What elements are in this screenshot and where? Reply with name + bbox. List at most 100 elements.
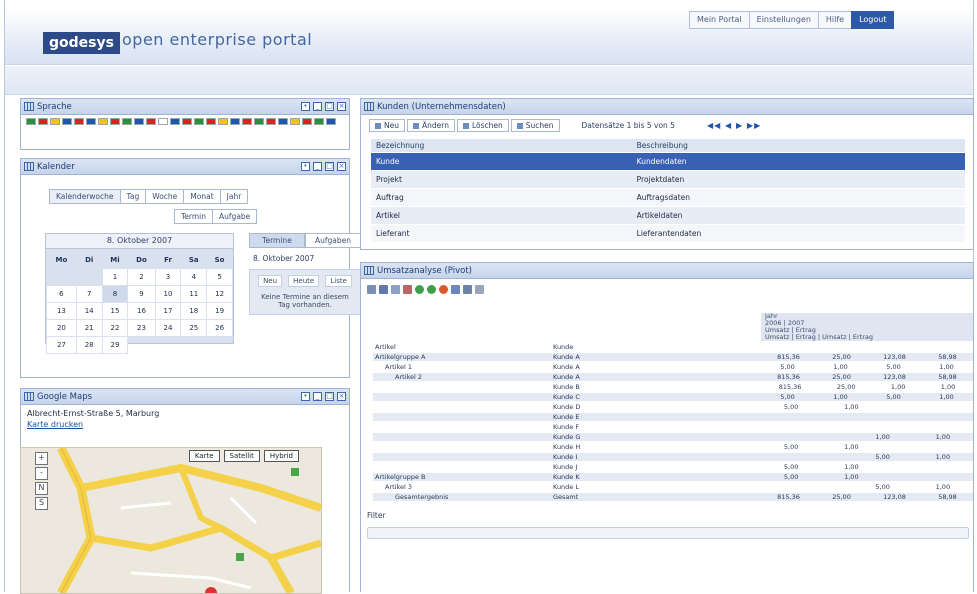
calendar-day[interactable]: 24 bbox=[154, 319, 182, 337]
table-row[interactable]: Kunde Kundendaten bbox=[371, 152, 965, 171]
pager-controls[interactable]: ◀◀ ◀ ▶ ▶▶ bbox=[707, 121, 761, 130]
tab-day[interactable]: Tag bbox=[119, 189, 147, 204]
calendar-day[interactable]: 15 bbox=[101, 302, 129, 320]
pivot-customer-label[interactable]: Kunde B bbox=[553, 383, 580, 391]
calendar-day[interactable]: 12 bbox=[206, 285, 233, 303]
pivot-article-label[interactable]: Artikel 1 bbox=[385, 363, 412, 371]
sort-icon[interactable] bbox=[391, 285, 400, 294]
calendar-day[interactable]: 7 bbox=[75, 285, 103, 303]
pivot-customer-label[interactable]: Kunde D bbox=[553, 403, 580, 411]
language-flag-icon[interactable] bbox=[122, 118, 132, 125]
tab-week[interactable]: Woche bbox=[145, 189, 185, 204]
calendar-day[interactable]: 20 bbox=[46, 319, 77, 337]
print-icon[interactable] bbox=[475, 285, 484, 294]
language-flag-icon[interactable] bbox=[50, 118, 60, 125]
close-icon[interactable]: × bbox=[337, 162, 346, 171]
language-flag-icon[interactable] bbox=[182, 118, 192, 125]
table-row[interactable]: Projekt Projektdaten bbox=[371, 170, 965, 189]
column-header[interactable]: Bezeichnung bbox=[371, 139, 632, 153]
language-flag-icon[interactable] bbox=[170, 118, 180, 125]
today-button[interactable]: Heute bbox=[288, 275, 320, 287]
filter-icon[interactable] bbox=[451, 285, 460, 294]
minimize-icon[interactable]: _ bbox=[313, 392, 322, 401]
pivot-customer-label[interactable]: Kunde L bbox=[553, 483, 579, 491]
table-icon[interactable] bbox=[379, 285, 388, 294]
settings-icon[interactable]: • bbox=[301, 392, 310, 401]
pivot-article-label[interactable]: Artikel 3 bbox=[385, 483, 412, 491]
table-row[interactable]: Lieferant Lieferantendaten bbox=[371, 224, 965, 243]
calendar-day[interactable]: 27 bbox=[46, 336, 77, 354]
pivot-article-label[interactable]: Gesamtergebnis bbox=[395, 493, 448, 501]
map-type-hybrid[interactable]: Hybrid bbox=[263, 450, 299, 462]
tab-calendar-week[interactable]: Kalenderwoche bbox=[49, 189, 121, 204]
brand-logo[interactable]: godesys bbox=[43, 32, 120, 54]
pivot-customer-label[interactable]: Kunde A bbox=[553, 353, 580, 361]
street-map[interactable]: + - N S Karte Satellit Hybrid bbox=[20, 447, 322, 594]
calendar-day[interactable]: 13 bbox=[46, 302, 77, 320]
maximize-icon[interactable]: □ bbox=[325, 392, 334, 401]
language-flag-icon[interactable] bbox=[242, 118, 252, 125]
map-type-satellite[interactable]: Satellit bbox=[223, 450, 260, 462]
tab-month[interactable]: Monat bbox=[183, 189, 221, 204]
pivot-col-header-customer[interactable]: Kunde bbox=[553, 343, 573, 351]
column-header[interactable]: Beschreibung bbox=[631, 139, 965, 153]
language-flag-icon[interactable] bbox=[266, 118, 276, 125]
expand-icon[interactable] bbox=[427, 285, 436, 294]
pivot-article-label[interactable]: Artikelgruppe A bbox=[375, 353, 426, 361]
maximize-icon[interactable]: □ bbox=[325, 102, 334, 111]
table-row[interactable]: Auftrag Auftragsdaten bbox=[371, 188, 965, 207]
language-flag-icon[interactable] bbox=[254, 118, 264, 125]
minimize-icon[interactable]: _ bbox=[313, 102, 322, 111]
calendar-day[interactable]: 23 bbox=[127, 319, 156, 337]
language-flag-icon[interactable] bbox=[230, 118, 240, 125]
pivot-customer-label[interactable]: Kunde H bbox=[553, 443, 580, 451]
map-type-map[interactable]: Karte bbox=[188, 450, 220, 462]
calendar-day[interactable]: 22 bbox=[101, 319, 129, 337]
language-flag-icon[interactable] bbox=[326, 118, 336, 125]
pivot-article-label[interactable]: Artikel 2 bbox=[395, 373, 422, 381]
language-flag-icon[interactable] bbox=[26, 118, 36, 125]
tab-year[interactable]: Jahr bbox=[219, 189, 249, 204]
language-flag-icon[interactable] bbox=[206, 118, 216, 125]
close-icon[interactable]: × bbox=[337, 392, 346, 401]
pivot-customer-label[interactable]: Kunde G bbox=[553, 433, 580, 441]
pivot-customer-label[interactable]: Kunde I bbox=[553, 453, 577, 461]
list-button[interactable]: Liste bbox=[325, 275, 352, 287]
language-flag-icon[interactable] bbox=[74, 118, 84, 125]
table-row[interactable]: Artikel Artikeldaten bbox=[371, 206, 965, 225]
calendar-day[interactable]: 3 bbox=[154, 268, 182, 286]
chart-icon[interactable] bbox=[403, 285, 412, 294]
pivot-customer-label[interactable]: Kunde F bbox=[553, 423, 579, 431]
minimize-icon[interactable]: _ bbox=[313, 162, 322, 171]
maximize-icon[interactable]: □ bbox=[325, 162, 334, 171]
pan-north-icon[interactable]: N bbox=[35, 482, 48, 495]
language-flag-icon[interactable] bbox=[278, 118, 288, 125]
calendar-day[interactable]: 8 bbox=[101, 285, 129, 303]
language-flag-icon[interactable] bbox=[110, 118, 120, 125]
tab-appointments[interactable]: Termine bbox=[249, 233, 305, 248]
calendar-day[interactable]: 10 bbox=[154, 285, 182, 303]
calendar-day[interactable]: 2 bbox=[127, 268, 156, 286]
pivot-customer-label[interactable]: Kunde J bbox=[553, 463, 577, 471]
nav-help[interactable]: Hilfe bbox=[817, 11, 853, 29]
language-flag-icon[interactable] bbox=[158, 118, 168, 125]
horizontal-scrollbar[interactable] bbox=[367, 527, 969, 539]
export-icon[interactable] bbox=[463, 285, 472, 294]
calendar-day[interactable]: 14 bbox=[75, 302, 103, 320]
language-flag-icon[interactable] bbox=[134, 118, 144, 125]
calendar-day[interactable]: 16 bbox=[127, 302, 156, 320]
language-flag-icon[interactable] bbox=[62, 118, 72, 125]
language-flag-icon[interactable] bbox=[290, 118, 300, 125]
pivot-customer-label[interactable]: Kunde K bbox=[553, 473, 580, 481]
pivot-customer-label[interactable]: Kunde C bbox=[553, 393, 580, 401]
edit-record-button[interactable]: Ändern bbox=[406, 119, 455, 132]
drag-grip-icon[interactable] bbox=[24, 162, 34, 171]
language-flag-icon[interactable] bbox=[218, 118, 228, 125]
add-icon[interactable] bbox=[415, 285, 424, 294]
language-flag-icon[interactable] bbox=[86, 118, 96, 125]
drag-grip-icon[interactable] bbox=[24, 102, 34, 111]
calendar-day[interactable]: 21 bbox=[75, 319, 103, 337]
language-portlet-titlebar[interactable]: Sprache • _ □ × bbox=[21, 99, 349, 115]
calendar-day[interactable]: 18 bbox=[180, 302, 208, 320]
language-flag-icon[interactable] bbox=[194, 118, 204, 125]
